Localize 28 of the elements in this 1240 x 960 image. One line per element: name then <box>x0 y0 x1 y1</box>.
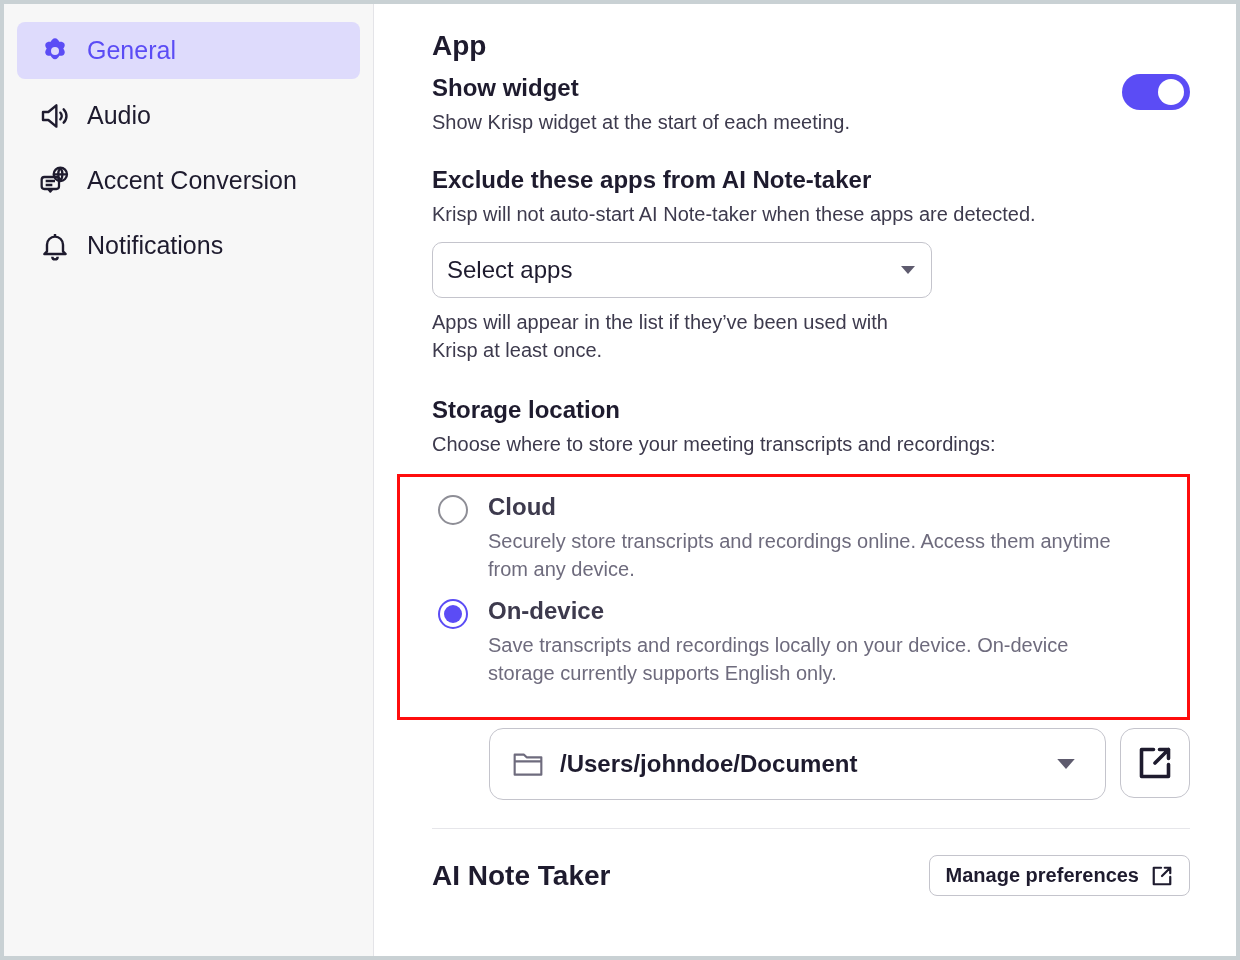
setting-title: Show widget <box>432 74 580 102</box>
caret-icon <box>1057 759 1075 769</box>
setting-title: Storage location <box>432 396 622 424</box>
external-link-icon <box>1151 864 1173 887</box>
setting-description: Choose where to store your meeting transcripts and recordings: <box>432 432 997 457</box>
setting-title: Exclude these apps from AI Note-taker <box>432 166 873 194</box>
sidebar-item[interactable]: Audio <box>17 87 360 144</box>
hint-text: Apps will appear in the list if they’ve been used with Krisp at least once. <box>432 310 889 363</box>
caret-icon <box>901 266 915 274</box>
setting-description: Show Krisp widget at the start of each meeting. <box>432 110 850 135</box>
open-folder-button[interactable] <box>1120 728 1190 798</box>
section-title: App <box>432 30 488 62</box>
option-label: On-device <box>488 597 606 625</box>
option-description: Securely store transcripts and recordings online. Access them anytime from any device. <box>488 529 1112 582</box>
toggle-switch[interactable] <box>1122 74 1190 110</box>
select-apps-dropdown[interactable]: Select apps <box>432 242 932 298</box>
radio-button[interactable] <box>438 495 468 525</box>
sidebar-item[interactable]: Accent Conversion <box>17 152 360 209</box>
external-link-icon <box>1137 745 1173 781</box>
folder-path-dropdown[interactable]: /Users/johndoe/Document <box>489 728 1106 800</box>
setting-description: Krisp will not auto-start AI Note-taker when these apps are detected. <box>432 202 1037 227</box>
sidebar-item[interactable]: General <box>17 22 360 79</box>
sidebar-item[interactable]: Notifications <box>17 217 360 274</box>
section-title: AI Note Taker <box>432 859 611 892</box>
option-description: Save transcripts and recordings locally on your device. On-device storage currently supports English only. <box>488 633 1070 686</box>
radio-button[interactable] <box>438 599 468 629</box>
option-label: Cloud <box>488 493 557 521</box>
manage-preferences-button[interactable]: Manage preferences <box>928 855 1190 896</box>
